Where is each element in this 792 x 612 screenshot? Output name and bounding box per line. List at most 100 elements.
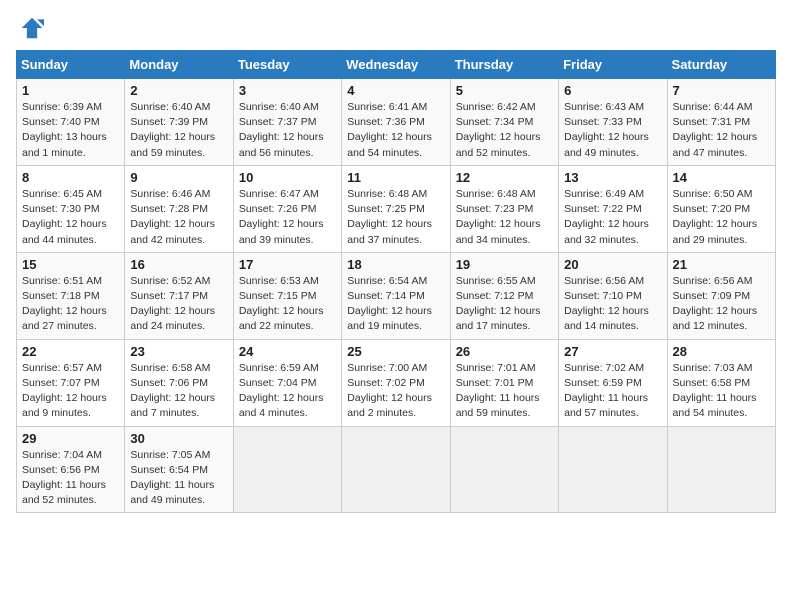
day-info: Sunrise: 6:41 AMSunset: 7:36 PMDaylight:… bbox=[347, 100, 444, 161]
day-info: Sunrise: 7:04 AMSunset: 6:56 PMDaylight:… bbox=[22, 448, 119, 509]
calendar-cell: 2 Sunrise: 6:40 AMSunset: 7:39 PMDaylight… bbox=[125, 79, 233, 166]
day-info: Sunrise: 6:51 AMSunset: 7:18 PMDaylight:… bbox=[22, 274, 119, 335]
calendar-cell: 13Sunrise: 6:49 AMSunset: 7:22 PMDayligh… bbox=[559, 165, 667, 252]
day-info: Sunrise: 6:48 AMSunset: 7:25 PMDaylight:… bbox=[347, 187, 444, 248]
day-info: Sunrise: 6:48 AMSunset: 7:23 PMDaylight:… bbox=[456, 187, 553, 248]
day-info: Sunrise: 6:40 AMSunset: 7:37 PMDaylight:… bbox=[239, 100, 336, 161]
day-number: 7 bbox=[673, 83, 770, 98]
calendar-cell: 26Sunrise: 7:01 AMSunset: 7:01 PMDayligh… bbox=[450, 339, 558, 426]
calendar-cell: 24 Sunrise: 6:59 AMSunset: 7:04 PMDayligh… bbox=[233, 339, 341, 426]
day-number: 13 bbox=[564, 170, 661, 185]
header-day-saturday: Saturday bbox=[667, 51, 775, 79]
week-row-5: 29 Sunrise: 7:04 AMSunset: 6:56 PMDayligh… bbox=[17, 426, 776, 513]
calendar-cell: 28 Sunrise: 7:03 AMSunset: 6:58 PMDayligh… bbox=[667, 339, 775, 426]
week-row-3: 15 Sunrise: 6:51 AMSunset: 7:18 PMDayligh… bbox=[17, 252, 776, 339]
day-number: 11 bbox=[347, 170, 444, 185]
calendar-cell: 9Sunrise: 6:46 AMSunset: 7:28 PMDaylight… bbox=[125, 165, 233, 252]
calendar-cell: 11 Sunrise: 6:48 AMSunset: 7:25 PMDayligh… bbox=[342, 165, 450, 252]
day-info: Sunrise: 6:47 AMSunset: 7:26 PMDaylight:… bbox=[239, 187, 336, 248]
calendar-cell: 15 Sunrise: 6:51 AMSunset: 7:18 PMDayligh… bbox=[17, 252, 125, 339]
day-number: 18 bbox=[347, 257, 444, 272]
page-header bbox=[16, 16, 776, 40]
calendar-cell bbox=[233, 426, 341, 513]
week-row-1: 1 Sunrise: 6:39 AMSunset: 7:40 PMDaylight… bbox=[17, 79, 776, 166]
calendar-cell: 25Sunrise: 7:00 AMSunset: 7:02 PMDayligh… bbox=[342, 339, 450, 426]
calendar-cell: 14 Sunrise: 6:50 AMSunset: 7:20 PMDayligh… bbox=[667, 165, 775, 252]
day-number: 19 bbox=[456, 257, 553, 272]
day-info: Sunrise: 7:03 AMSunset: 6:58 PMDaylight:… bbox=[673, 361, 770, 422]
day-number: 5 bbox=[456, 83, 553, 98]
day-number: 17 bbox=[239, 257, 336, 272]
day-number: 30 bbox=[130, 431, 227, 446]
header-day-wednesday: Wednesday bbox=[342, 51, 450, 79]
calendar-header: SundayMondayTuesdayWednesdayThursdayFrid… bbox=[17, 51, 776, 79]
day-number: 27 bbox=[564, 344, 661, 359]
calendar-cell: 7 Sunrise: 6:44 AMSunset: 7:31 PMDaylight… bbox=[667, 79, 775, 166]
calendar-cell bbox=[342, 426, 450, 513]
calendar-cell bbox=[450, 426, 558, 513]
calendar-cell: 29 Sunrise: 7:04 AMSunset: 6:56 PMDayligh… bbox=[17, 426, 125, 513]
calendar-cell: 16 Sunrise: 6:52 AMSunset: 7:17 PMDayligh… bbox=[125, 252, 233, 339]
day-info: Sunrise: 6:44 AMSunset: 7:31 PMDaylight:… bbox=[673, 100, 770, 161]
calendar-cell: 23Sunrise: 6:58 AMSunset: 7:06 PMDayligh… bbox=[125, 339, 233, 426]
calendar-cell: 10 Sunrise: 6:47 AMSunset: 7:26 PMDayligh… bbox=[233, 165, 341, 252]
day-info: Sunrise: 6:52 AMSunset: 7:17 PMDaylight:… bbox=[130, 274, 227, 335]
calendar-cell: 27Sunrise: 7:02 AMSunset: 6:59 PMDayligh… bbox=[559, 339, 667, 426]
day-number: 21 bbox=[673, 257, 770, 272]
day-number: 15 bbox=[22, 257, 119, 272]
day-info: Sunrise: 7:05 AMSunset: 6:54 PMDaylight:… bbox=[130, 448, 227, 509]
day-info: Sunrise: 6:40 AMSunset: 7:39 PMDaylight:… bbox=[130, 100, 227, 161]
calendar-cell: 17 Sunrise: 6:53 AMSunset: 7:15 PMDayligh… bbox=[233, 252, 341, 339]
header-day-monday: Monday bbox=[125, 51, 233, 79]
day-number: 1 bbox=[22, 83, 119, 98]
day-number: 2 bbox=[130, 83, 227, 98]
calendar-body: 1 Sunrise: 6:39 AMSunset: 7:40 PMDaylight… bbox=[17, 79, 776, 513]
day-info: Sunrise: 6:54 AMSunset: 7:14 PMDaylight:… bbox=[347, 274, 444, 335]
day-number: 8 bbox=[22, 170, 119, 185]
calendar-cell bbox=[667, 426, 775, 513]
day-info: Sunrise: 6:58 AMSunset: 7:06 PMDaylight:… bbox=[130, 361, 227, 422]
day-info: Sunrise: 6:43 AMSunset: 7:33 PMDaylight:… bbox=[564, 100, 661, 161]
calendar-cell: 20 Sunrise: 6:56 AMSunset: 7:10 PMDayligh… bbox=[559, 252, 667, 339]
logo bbox=[16, 16, 44, 40]
day-info: Sunrise: 6:42 AMSunset: 7:34 PMDaylight:… bbox=[456, 100, 553, 161]
calendar-cell: 22 Sunrise: 6:57 AMSunset: 7:07 PMDayligh… bbox=[17, 339, 125, 426]
header-day-sunday: Sunday bbox=[17, 51, 125, 79]
day-info: Sunrise: 6:59 AMSunset: 7:04 PMDaylight:… bbox=[239, 361, 336, 422]
header-row: SundayMondayTuesdayWednesdayThursdayFrid… bbox=[17, 51, 776, 79]
day-number: 24 bbox=[239, 344, 336, 359]
calendar-cell: 30 Sunrise: 7:05 AMSunset: 6:54 PMDayligh… bbox=[125, 426, 233, 513]
day-info: Sunrise: 6:57 AMSunset: 7:07 PMDaylight:… bbox=[22, 361, 119, 422]
day-number: 14 bbox=[673, 170, 770, 185]
calendar-cell: 3 Sunrise: 6:40 AMSunset: 7:37 PMDaylight… bbox=[233, 79, 341, 166]
day-number: 20 bbox=[564, 257, 661, 272]
day-number: 29 bbox=[22, 431, 119, 446]
week-row-2: 8 Sunrise: 6:45 AMSunset: 7:30 PMDaylight… bbox=[17, 165, 776, 252]
day-number: 22 bbox=[22, 344, 119, 359]
calendar-cell: 19Sunrise: 6:55 AMSunset: 7:12 PMDayligh… bbox=[450, 252, 558, 339]
header-day-thursday: Thursday bbox=[450, 51, 558, 79]
calendar-table: SundayMondayTuesdayWednesdayThursdayFrid… bbox=[16, 50, 776, 513]
calendar-cell bbox=[559, 426, 667, 513]
calendar-cell: 5 Sunrise: 6:42 AMSunset: 7:34 PMDaylight… bbox=[450, 79, 558, 166]
day-number: 6 bbox=[564, 83, 661, 98]
day-info: Sunrise: 6:50 AMSunset: 7:20 PMDaylight:… bbox=[673, 187, 770, 248]
logo-icon bbox=[20, 16, 44, 40]
day-number: 16 bbox=[130, 257, 227, 272]
day-number: 3 bbox=[239, 83, 336, 98]
header-day-friday: Friday bbox=[559, 51, 667, 79]
calendar-cell: 18 Sunrise: 6:54 AMSunset: 7:14 PMDayligh… bbox=[342, 252, 450, 339]
day-info: Sunrise: 6:46 AMSunset: 7:28 PMDaylight:… bbox=[130, 187, 227, 248]
day-number: 10 bbox=[239, 170, 336, 185]
calendar-cell: 8 Sunrise: 6:45 AMSunset: 7:30 PMDaylight… bbox=[17, 165, 125, 252]
day-info: Sunrise: 6:56 AMSunset: 7:10 PMDaylight:… bbox=[564, 274, 661, 335]
day-number: 28 bbox=[673, 344, 770, 359]
day-info: Sunrise: 6:45 AMSunset: 7:30 PMDaylight:… bbox=[22, 187, 119, 248]
calendar-cell: 12 Sunrise: 6:48 AMSunset: 7:23 PMDayligh… bbox=[450, 165, 558, 252]
day-number: 4 bbox=[347, 83, 444, 98]
day-number: 25 bbox=[347, 344, 444, 359]
calendar-cell: 6 Sunrise: 6:43 AMSunset: 7:33 PMDaylight… bbox=[559, 79, 667, 166]
day-info: Sunrise: 6:39 AMSunset: 7:40 PMDaylight:… bbox=[22, 100, 119, 161]
day-number: 12 bbox=[456, 170, 553, 185]
day-info: Sunrise: 6:53 AMSunset: 7:15 PMDaylight:… bbox=[239, 274, 336, 335]
